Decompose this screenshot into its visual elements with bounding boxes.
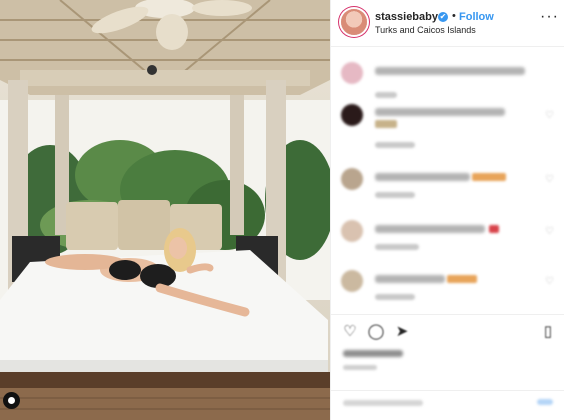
- heart-icon[interactable]: ♡: [341, 322, 359, 340]
- post-date: [343, 365, 377, 370]
- avatar[interactable]: [341, 62, 363, 84]
- bookmark-icon[interactable]: ▯: [539, 322, 557, 340]
- comment-text: [375, 108, 505, 116]
- post-sidebar: stassiebaby ✔ • Follow Turks and Caicos …: [330, 0, 564, 420]
- likes-count[interactable]: [343, 350, 403, 357]
- post-comment-button[interactable]: [537, 399, 553, 405]
- heart-icon[interactable]: ♡: [545, 110, 554, 121]
- heart-icon[interactable]: ♡: [545, 276, 554, 287]
- emoji: [489, 225, 499, 233]
- emoji: [447, 275, 477, 283]
- add-comment-field[interactable]: [343, 400, 423, 406]
- emoji: [472, 173, 506, 181]
- avatar[interactable]: [341, 270, 363, 292]
- cabana-scene: [0, 0, 330, 420]
- header-separator: •: [452, 10, 456, 22]
- comment-meta: [375, 192, 415, 198]
- comment-text: [375, 275, 445, 283]
- avatar[interactable]: [341, 220, 363, 242]
- profile-avatar[interactable]: [341, 9, 367, 35]
- post-photo[interactable]: [0, 0, 330, 420]
- post-header: stassiebaby ✔ • Follow Turks and Caicos …: [331, 0, 564, 47]
- divider: [331, 390, 564, 391]
- more-options-icon[interactable]: ···: [540, 8, 559, 26]
- username-link[interactable]: stassiebaby: [375, 11, 438, 23]
- emoji: [375, 120, 397, 128]
- divider: [331, 314, 564, 315]
- comment-text: [375, 173, 470, 181]
- verified-badge-icon: ✔: [438, 12, 448, 22]
- comment-list: ♡ ♡ ♡ ♡: [331, 52, 564, 314]
- heart-icon[interactable]: ♡: [545, 174, 554, 185]
- avatar[interactable]: [341, 168, 363, 190]
- comment-meta: [375, 92, 397, 98]
- comment-meta: [375, 294, 415, 300]
- post-actions: ♡ ◯ ➤ ▯: [341, 322, 557, 344]
- share-icon[interactable]: ➤: [393, 322, 411, 340]
- comment-text: [375, 67, 525, 75]
- photo-account-icon[interactable]: [3, 392, 20, 409]
- comment-icon[interactable]: ◯: [367, 322, 385, 340]
- comment-meta: [375, 244, 419, 250]
- follow-button[interactable]: Follow: [459, 11, 494, 23]
- heart-icon[interactable]: ♡: [545, 226, 554, 237]
- location-link[interactable]: Turks and Caicos Islands: [375, 25, 476, 35]
- avatar[interactable]: [341, 104, 363, 126]
- comment-text: [375, 225, 485, 233]
- comment-meta: [375, 142, 415, 148]
